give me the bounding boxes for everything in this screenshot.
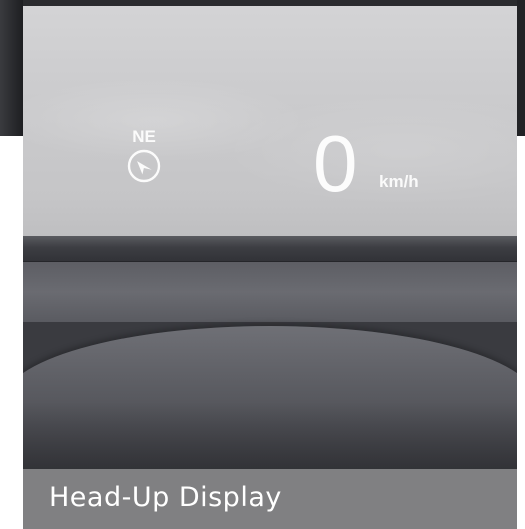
feature-card-stage: NE 0 km/h Head-Up Display [0, 0, 525, 529]
feature-card[interactable]: NE 0 km/h Head-Up Display [23, 0, 517, 529]
dashboard-edge [23, 236, 517, 264]
hud-compass: NE [124, 128, 164, 188]
windshield-frame [23, 0, 517, 6]
windshield-view [23, 0, 517, 248]
feature-title: Head-Up Display [49, 482, 282, 513]
background-right-edge [517, 0, 525, 136]
hud-speed-unit: km/h [379, 172, 419, 191]
compass-icon [127, 149, 161, 183]
hud-compass-direction: NE [132, 127, 156, 146]
dashboard-upper-band [23, 262, 517, 322]
hud-speed-value: 0 [313, 119, 358, 208]
background-left-edge [0, 0, 24, 136]
dashboard-top [23, 262, 517, 516]
feature-caption-bar[interactable]: Head-Up Display [23, 469, 517, 529]
